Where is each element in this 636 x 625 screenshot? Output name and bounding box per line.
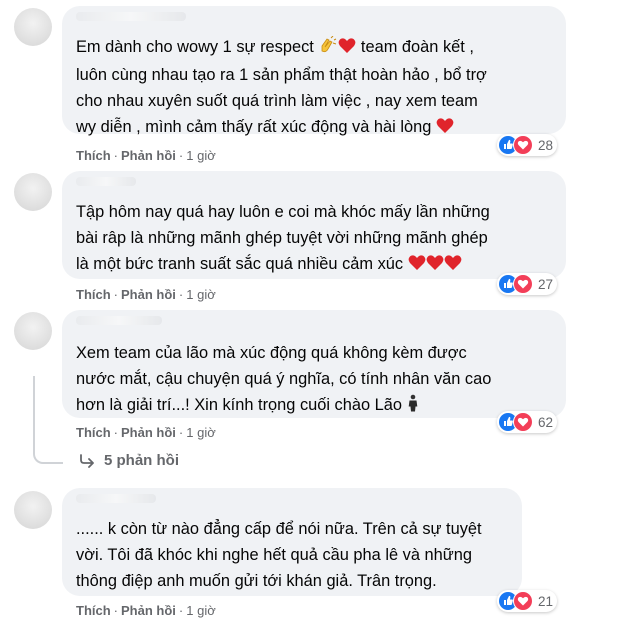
timestamp[interactable]: 1 giờ (186, 603, 216, 618)
comment-text: ...... k còn từ nào đẳng cấp để nói nữa.… (76, 520, 482, 590)
reaction-count: 21 (538, 593, 554, 609)
person-in-suit-icon (407, 394, 419, 420)
reply-button[interactable]: Phản hồi (121, 425, 176, 440)
like-button[interactable]: Thích (76, 148, 111, 163)
reply-arrow-icon (80, 453, 94, 468)
clapping-hands-icon (318, 35, 338, 62)
love-reaction-icon (513, 412, 533, 432)
red-heart-icon (408, 253, 426, 279)
comment-actions: Thích · Phản hồi · 1 giờ (76, 148, 216, 163)
timestamp[interactable]: 1 giờ (186, 425, 216, 440)
comment-bubble: Em dành cho wowy 1 sự respect team đoàn … (62, 6, 566, 136)
reply-thread-line (33, 376, 63, 464)
red-heart-icon (436, 116, 454, 142)
author-name[interactable] (76, 177, 136, 186)
love-reaction-icon (513, 135, 533, 155)
comment-bubble: Tập hôm nay quá hay luôn e coi mà khóc m… (62, 171, 566, 279)
timestamp[interactable]: 1 giờ (186, 148, 216, 163)
view-replies-link[interactable]: 5 phản hồi (80, 452, 179, 469)
love-reaction-icon (513, 274, 533, 294)
author-name[interactable] (76, 316, 162, 325)
love-reaction-icon (513, 591, 533, 611)
reaction-summary[interactable]: 62 (497, 411, 558, 433)
comment-text: Em dành cho wowy 1 sự respect team đoàn … (76, 34, 556, 142)
reaction-count: 62 (538, 414, 554, 430)
like-button[interactable]: Thích (76, 425, 111, 440)
comment-bubble: ...... k còn từ nào đẳng cấp để nói nữa.… (62, 488, 522, 596)
reaction-count: 28 (538, 137, 554, 153)
reaction-count: 27 (538, 276, 554, 292)
reply-button[interactable]: Phản hồi (121, 148, 176, 163)
comment-text: Tập hôm nay quá hay luôn e coi mà khóc m… (76, 199, 556, 279)
author-name[interactable] (76, 494, 156, 503)
reaction-summary[interactable]: 28 (497, 134, 558, 156)
author-name[interactable] (76, 12, 186, 21)
timestamp[interactable]: 1 giờ (186, 287, 216, 302)
avatar[interactable] (14, 491, 52, 529)
red-heart-icon (444, 253, 462, 279)
comment-bubble: Xem team của lão mà xúc động quá không k… (62, 310, 566, 418)
like-button[interactable]: Thích (76, 287, 111, 302)
red-heart-icon (338, 36, 356, 62)
reaction-summary[interactable]: 21 (497, 590, 558, 612)
reply-button[interactable]: Phản hồi (121, 287, 176, 302)
reaction-summary[interactable]: 27 (497, 273, 558, 295)
red-heart-icon (426, 253, 444, 279)
avatar[interactable] (14, 173, 52, 211)
like-button[interactable]: Thích (76, 603, 111, 618)
comment-actions: Thích · Phản hồi · 1 giờ (76, 603, 216, 618)
reply-button[interactable]: Phản hồi (121, 603, 176, 618)
avatar[interactable] (14, 8, 52, 46)
comment-actions: Thích · Phản hồi · 1 giờ (76, 425, 216, 440)
comment-actions: Thích · Phản hồi · 1 giờ (76, 287, 216, 302)
avatar[interactable] (14, 312, 52, 350)
comment-text: Xem team của lão mà xúc động quá không k… (76, 340, 556, 420)
view-replies-label: 5 phản hồi (104, 452, 179, 469)
